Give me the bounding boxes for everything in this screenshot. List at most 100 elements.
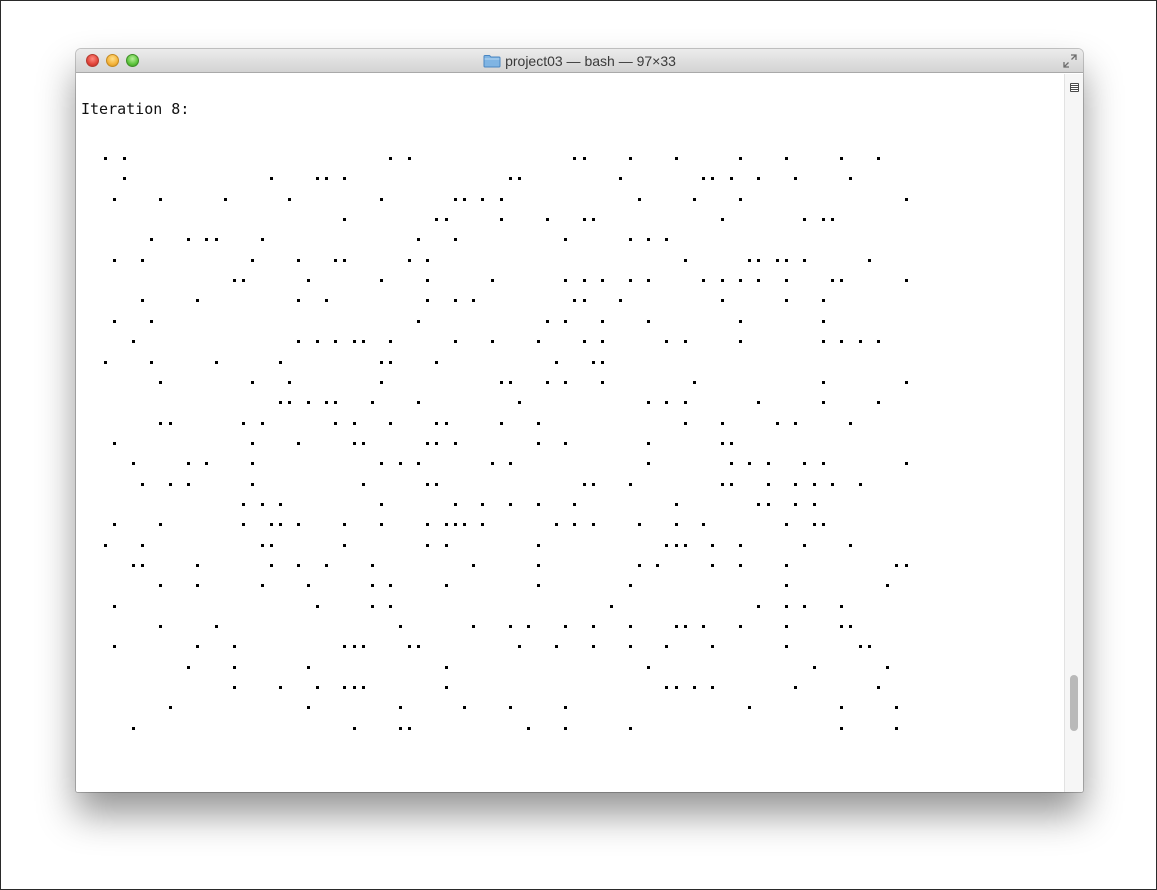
live-cell <box>527 726 531 730</box>
live-cell <box>674 543 678 547</box>
live-cell <box>398 462 402 466</box>
live-cell <box>279 360 282 364</box>
live-cell <box>168 706 172 710</box>
live-cell <box>214 360 218 364</box>
live-cell <box>637 564 641 567</box>
live-cell <box>159 380 163 384</box>
fullscreen-icon[interactable] <box>1063 54 1077 68</box>
title-bar[interactable]: project03 — bash — 97×33 <box>76 49 1083 73</box>
live-cell <box>821 319 825 323</box>
live-cell <box>545 380 549 384</box>
live-cell <box>131 340 135 344</box>
live-cell <box>711 177 715 181</box>
live-cell <box>426 299 430 303</box>
live-cell <box>104 543 108 547</box>
live-cell <box>343 543 347 547</box>
live-cell <box>564 706 568 710</box>
live-cell <box>683 401 687 405</box>
live-cell <box>260 421 264 425</box>
live-cell <box>407 645 411 649</box>
live-cell <box>306 706 310 710</box>
live-cell <box>407 726 411 730</box>
live-cell <box>380 380 384 384</box>
live-cell <box>343 523 347 527</box>
live-cell <box>389 421 393 425</box>
live-cell <box>573 523 577 527</box>
live-cell <box>536 340 540 344</box>
live-cell <box>269 177 273 181</box>
live-cell <box>426 543 430 547</box>
live-cell <box>821 401 825 405</box>
live-cell <box>766 462 770 466</box>
live-cell <box>131 726 135 730</box>
live-cell <box>831 482 834 486</box>
live-cell <box>288 401 292 405</box>
live-cell <box>812 482 816 486</box>
live-cell <box>840 625 844 629</box>
live-cell <box>417 401 420 405</box>
live-cell <box>720 279 724 283</box>
live-cell <box>288 380 292 384</box>
live-cell <box>233 645 236 649</box>
live-cell <box>619 299 623 303</box>
live-cell <box>398 706 402 710</box>
live-cell <box>619 177 623 181</box>
live-cell <box>251 441 255 445</box>
live-cell <box>159 523 163 527</box>
live-cell <box>849 177 853 181</box>
live-cell <box>150 238 154 242</box>
live-cell <box>683 625 687 629</box>
live-cell <box>481 502 485 506</box>
live-cell <box>591 645 595 649</box>
live-cell <box>315 340 319 344</box>
live-cell <box>205 238 209 242</box>
live-cell <box>766 482 770 486</box>
live-cell <box>334 401 338 405</box>
live-cell <box>785 523 788 527</box>
scroll-thumb[interactable] <box>1070 675 1078 731</box>
live-cell <box>757 258 761 262</box>
live-cell <box>260 584 264 588</box>
live-cell <box>729 177 733 181</box>
live-cell <box>426 523 430 527</box>
live-cell <box>601 380 604 384</box>
live-cell <box>739 279 742 283</box>
marks-icon[interactable] <box>1070 83 1079 92</box>
live-cell <box>306 279 310 283</box>
live-cell <box>739 625 742 629</box>
live-cell <box>214 238 218 242</box>
live-cell <box>803 218 807 222</box>
live-cell <box>803 462 807 466</box>
live-cell <box>279 401 282 405</box>
live-cell <box>325 299 328 303</box>
live-cell <box>591 482 595 486</box>
live-cell <box>444 584 448 588</box>
live-cell <box>297 340 301 344</box>
live-cell <box>564 625 568 629</box>
live-cell <box>260 502 264 506</box>
live-cell <box>886 665 890 669</box>
live-cell <box>729 462 733 466</box>
live-cell <box>849 543 853 547</box>
live-cell <box>739 340 742 344</box>
live-cell <box>389 584 393 588</box>
live-cell <box>840 157 844 160</box>
live-cell <box>867 258 871 262</box>
live-cell <box>398 625 402 629</box>
live-cell <box>683 258 687 262</box>
vertical-scrollbar[interactable] <box>1064 74 1083 792</box>
live-cell <box>785 157 788 160</box>
terminal-output[interactable]: Iteration 8: <box>76 74 1064 792</box>
live-cell <box>361 686 365 690</box>
live-cell <box>242 502 246 506</box>
live-cell <box>794 502 798 506</box>
live-cell <box>297 299 301 303</box>
live-cell <box>775 421 779 425</box>
live-cell <box>693 686 696 690</box>
live-cell <box>380 197 384 201</box>
live-cell <box>582 218 586 222</box>
live-cell <box>297 441 301 445</box>
live-cell <box>785 564 788 567</box>
live-cell <box>877 401 880 405</box>
live-cell <box>417 238 420 242</box>
